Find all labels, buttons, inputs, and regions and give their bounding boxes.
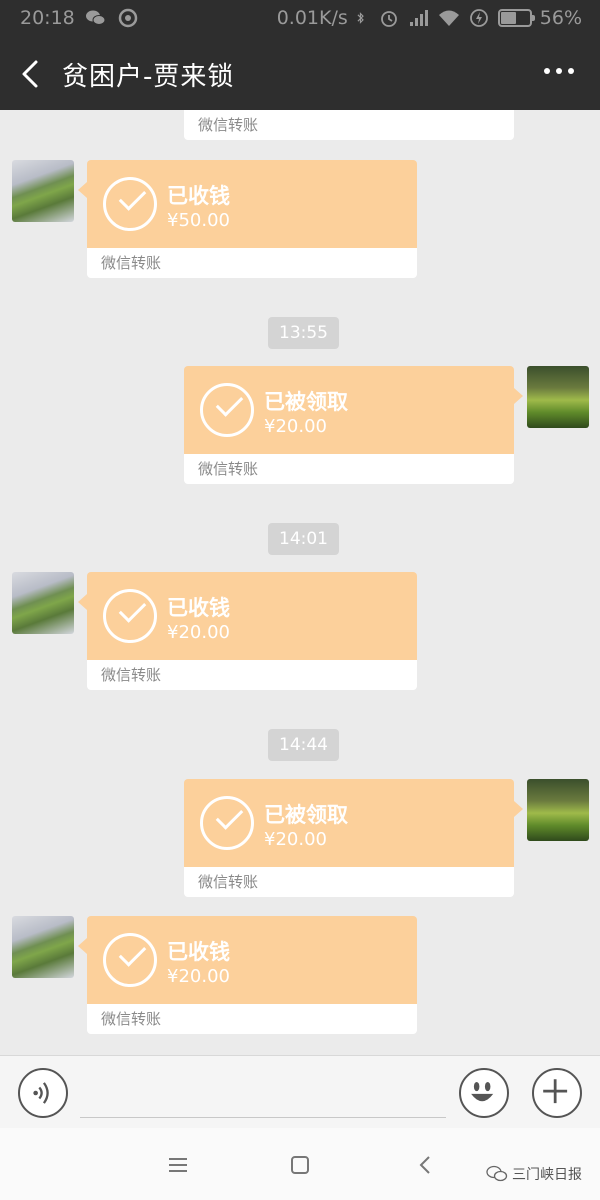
transfer-amount: ¥50.00 xyxy=(167,210,230,231)
transfer-card-body: 已收钱 ¥20.00 xyxy=(87,572,417,660)
transfer-card-body: 已收钱 ¥50.00 xyxy=(87,160,417,248)
voice-input-button[interactable] xyxy=(18,1068,68,1118)
more-options-icon[interactable] xyxy=(544,68,574,78)
wechat-notification-icon xyxy=(85,10,106,25)
transfer-card-sent[interactable]: 已被领取 ¥20.00 微信转账 xyxy=(184,366,514,484)
transfer-card-received[interactable]: 已收钱 ¥20.00 微信转账 xyxy=(87,572,417,690)
timestamp: 13:55 xyxy=(268,317,339,349)
transfer-status: 已收钱 xyxy=(167,596,230,620)
my-avatar[interactable] xyxy=(527,366,589,428)
input-bar xyxy=(0,1055,600,1128)
battery-icon xyxy=(497,9,535,27)
alarm-icon xyxy=(380,11,397,27)
wifi-icon xyxy=(438,10,459,26)
bluetooth-icon xyxy=(357,12,364,24)
transfer-caption: 微信转账 xyxy=(184,867,514,897)
transfer-amount: ¥20.00 xyxy=(264,416,327,437)
watermark-text: 三门峡日报 xyxy=(512,1167,582,1183)
transfer-card-body: 已被领取 ¥20.00 xyxy=(184,366,514,454)
check-circle-icon xyxy=(200,383,254,437)
more-functions-button[interactable] xyxy=(532,1068,582,1118)
transfer-amount: ¥20.00 xyxy=(167,966,230,987)
transfer-status: 已被领取 xyxy=(264,803,348,827)
home-icon[interactable] xyxy=(285,1150,315,1180)
timestamp: 14:44 xyxy=(268,729,339,761)
back-arrow-icon[interactable] xyxy=(16,58,46,90)
status-time: 20:18 xyxy=(20,7,75,29)
transfer-amount: ¥20.00 xyxy=(167,622,230,643)
menu-icon[interactable] xyxy=(163,1150,193,1180)
transfer-amount: ¥20.00 xyxy=(264,829,327,850)
battery-percent: 56% xyxy=(539,7,582,29)
transfer-caption: 微信转账 xyxy=(87,248,417,278)
transfer-card-body: 已收钱 ¥20.00 xyxy=(87,916,417,1004)
watermark: 三门峡日报 xyxy=(486,1164,582,1184)
signal-icon xyxy=(409,10,428,26)
message-input[interactable] xyxy=(80,1068,446,1118)
transfer-status: 已被领取 xyxy=(264,390,348,414)
transfer-caption: 微信转账 xyxy=(184,110,514,140)
my-avatar[interactable] xyxy=(527,779,589,841)
emoji-button[interactable] xyxy=(459,1068,509,1118)
check-circle-icon xyxy=(200,796,254,850)
check-circle-icon xyxy=(103,933,157,987)
transfer-status: 已收钱 xyxy=(167,940,230,964)
status-bar: 20:18 0.01K/s 56% xyxy=(0,0,600,38)
transfer-caption: 微信转账 xyxy=(184,454,514,484)
chat-title: 贫困户-贾来锁 xyxy=(62,62,235,92)
check-circle-icon xyxy=(103,177,157,231)
netease-music-icon xyxy=(118,8,138,28)
transfer-status: 已收钱 xyxy=(167,184,230,208)
top-bar: 20:18 0.01K/s 56% 贫困户-贾来锁 xyxy=(0,0,600,110)
transfer-card-received[interactable]: 已收钱 ¥50.00 微信转账 xyxy=(87,160,417,278)
back-icon[interactable] xyxy=(411,1150,441,1180)
transfer-card-sent-partial[interactable]: 微信转账 xyxy=(184,110,514,140)
network-speed: 0.01K/s xyxy=(276,7,348,29)
wechat-logo-icon xyxy=(486,1165,508,1182)
contact-avatar[interactable] xyxy=(12,916,74,978)
contact-avatar[interactable] xyxy=(12,160,74,222)
voice-icon xyxy=(33,1082,49,1104)
check-circle-icon xyxy=(103,589,157,643)
contact-avatar[interactable] xyxy=(12,572,74,634)
chat-header: 贫困户-贾来锁 xyxy=(0,38,600,110)
charging-icon xyxy=(469,9,488,27)
transfer-card-sent[interactable]: 已被领取 ¥20.00 微信转账 xyxy=(184,779,514,897)
system-nav-bar: 三门峡日报 xyxy=(0,1128,600,1200)
bubble-tail xyxy=(78,938,87,954)
transfer-caption: 微信转账 xyxy=(87,660,417,690)
bubble-tail xyxy=(514,388,523,404)
bubble-tail xyxy=(514,801,523,817)
plus-icon xyxy=(543,1079,568,1104)
bubble-tail xyxy=(78,594,87,610)
transfer-card-received[interactable]: 已收钱 ¥20.00 微信转账 xyxy=(87,916,417,1034)
bubble-tail xyxy=(78,182,87,198)
timestamp: 14:01 xyxy=(268,523,339,555)
chat-area[interactable]: 微信转账 已收钱 ¥50.00 微信转账 13:55 已被领取 ¥20.00 微… xyxy=(0,110,600,1055)
transfer-card-body: 已被领取 ¥20.00 xyxy=(184,779,514,867)
smiley-icon xyxy=(471,1081,494,1102)
transfer-caption: 微信转账 xyxy=(87,1004,417,1034)
